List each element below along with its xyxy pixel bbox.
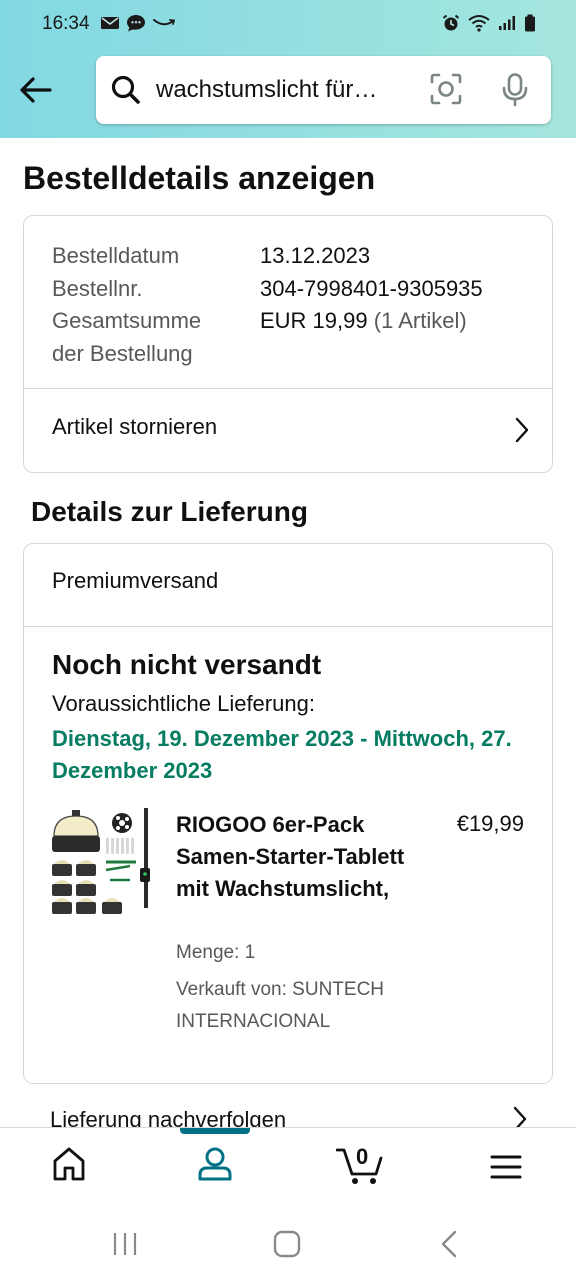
system-back-icon[interactable] (440, 1230, 458, 1258)
order-total-label-line2: der Bestellung (52, 340, 193, 366)
estimate-label: Voraussichtliche Lieferung: (52, 691, 315, 716)
home-button-icon[interactable] (273, 1230, 301, 1258)
chat-bubble-icon (127, 15, 145, 32)
product-seller: Verkauft von: SUNTECH INTERNACIONAL (176, 979, 385, 1032)
camera-scan-icon[interactable] (430, 73, 462, 105)
search-icon (111, 75, 140, 104)
delivery-card: Premiumversand Noch nicht versandt Vorau… (23, 543, 553, 1084)
back-arrow-icon[interactable] (18, 72, 54, 108)
status-time: 16:34 (42, 13, 90, 34)
order-item-count: (1 Artikel) (373, 308, 467, 333)
recent-apps-icon[interactable] (112, 1232, 138, 1256)
app-header: 16:34 wachstumslicht für… (0, 0, 576, 138)
system-navigation-bar (0, 1206, 576, 1280)
search-bar[interactable]: wachstumslicht für… (96, 56, 551, 124)
estimate-date: Dienstag, 19. Dezember 2023 - Mittwoch, … (52, 726, 512, 783)
shipment-status: Noch nicht versandt (52, 649, 322, 680)
amazon-smile-icon (153, 19, 176, 26)
delivery-section-title: Details zur Lieferung (31, 496, 308, 527)
order-number-label: Bestellnr. (52, 275, 143, 301)
order-number-value: 304-7998401-9305935 (260, 275, 483, 301)
cancel-items-link[interactable]: Artikel stornieren (52, 414, 217, 440)
order-date-value: 13.12.2023 (260, 243, 371, 268)
product-title-link[interactable]: RIOGOO 6er-Pack Samen-Starter-Tablett mi… (176, 809, 426, 905)
home-icon[interactable] (52, 1146, 86, 1182)
mail-icon (101, 17, 119, 29)
page-title: Bestelldetails anzeigen (23, 160, 376, 196)
product-quantity: Menge: 1 (176, 942, 256, 963)
active-tab-indicator (180, 1128, 250, 1134)
bottom-navigation (0, 1127, 576, 1205)
product-price: €19,99 (456, 811, 524, 836)
account-icon[interactable] (197, 1146, 233, 1182)
status-right-icons (442, 14, 536, 32)
wifi-icon (468, 15, 490, 32)
order-total-amount: EUR 19,99 (260, 308, 368, 333)
order-summary-card: Bestelldatum 13.12.2023 Bestellnr. 304-7… (23, 215, 553, 473)
microphone-icon[interactable] (502, 73, 528, 107)
cart-count-badge: 0 (356, 1144, 369, 1169)
status-bar: 16:34 (0, 0, 576, 50)
search-input[interactable]: wachstumslicht für… (156, 76, 406, 104)
order-total-value: EUR 19,99 (1 Artikel) (260, 305, 467, 338)
status-left-icons (100, 14, 176, 32)
divider (24, 626, 552, 627)
alarm-icon (442, 14, 460, 31)
chevron-right-icon (515, 417, 529, 443)
order-date-label: Bestelldatum (52, 243, 180, 268)
shipping-type: Premiumversand (52, 568, 219, 593)
order-total-label-line1: Gesamtsumme (52, 308, 202, 333)
cancel-items-row[interactable]: Artikel stornieren (24, 389, 552, 473)
signal-icon (499, 16, 515, 30)
battery-icon (525, 14, 535, 32)
menu-icon[interactable] (490, 1154, 522, 1180)
product-image[interactable] (50, 806, 154, 916)
